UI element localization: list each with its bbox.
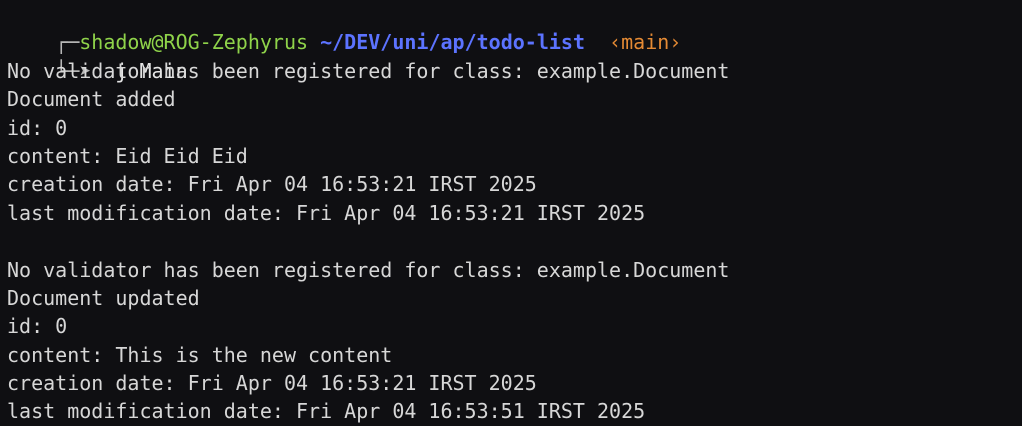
output-line: last modification date: Fri Apr 04 16:53… (7, 399, 646, 424)
current-path: ~/DEV/uni/ap/todo-list (320, 30, 585, 55)
output-line: No validator has been registered for cla… (7, 58, 730, 83)
output-line: creation date: Fri Apr 04 16:53:21 IRST … (7, 371, 537, 396)
output-line: Document added (7, 87, 176, 112)
prompt-line: ┌─shadow@ROG-Zephyrus ~/DEV/uni/ap/todo-… (7, 0, 1022, 54)
output-line: No validator has been registered for cla… (7, 257, 730, 282)
git-branch: ‹main› (609, 30, 682, 55)
output-line: content: Eid Eid Eid (7, 143, 248, 168)
output-line: creation date: Fri Apr 04 16:53:21 IRST … (7, 172, 537, 197)
terminal-window[interactable]: ┌─shadow@ROG-Zephyrus ~/DEV/uni/ap/todo-… (0, 0, 1022, 426)
output-line: Document updated (7, 285, 200, 310)
user-host: shadow@ROG-Zephyrus (79, 30, 309, 55)
output-line: id: 0 (7, 314, 68, 339)
output-line: content: This is the new content (7, 342, 393, 367)
output-line: last modification date: Fri Apr 04 16:53… (7, 200, 646, 225)
output-line: id: 0 (7, 115, 68, 140)
prompt-corner-top: ┌─ (55, 30, 80, 55)
